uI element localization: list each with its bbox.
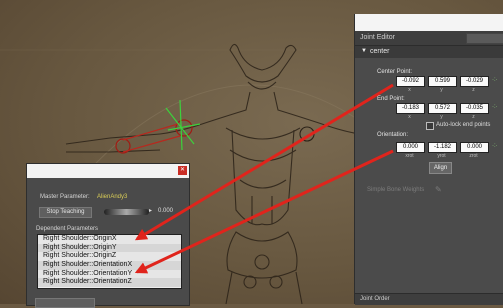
- parameter-dial[interactable]: [104, 209, 149, 215]
- auto-lock-checkbox[interactable]: [426, 122, 434, 130]
- center-point-label: Center Point:: [377, 69, 413, 75]
- joint-order-label: Joint Order: [360, 296, 390, 302]
- section-header-center[interactable]: ▼ center: [355, 46, 503, 58]
- joint-editor-menu-button[interactable]: [466, 33, 503, 44]
- orientation-xrot-field[interactable]: 0.000: [396, 142, 425, 153]
- joint-editor-topbar: [355, 14, 503, 31]
- end-x-field[interactable]: -0.183: [396, 103, 425, 114]
- master-parameter-label: Master Parameter:: [40, 194, 90, 200]
- orientation-zrot-field[interactable]: 0.000: [460, 142, 489, 153]
- paint-icon[interactable]: ✎: [435, 185, 442, 194]
- align-button[interactable]: Align: [429, 162, 452, 174]
- center-y-field[interactable]: 0.599: [428, 76, 457, 87]
- dialog-bottom-button[interactable]: [35, 298, 95, 308]
- dial-arrow-icon[interactable]: ▸: [149, 207, 152, 214]
- axis-label-z: z: [472, 87, 475, 93]
- end-z-field[interactable]: -0.035: [460, 103, 489, 114]
- end-y-field[interactable]: 0.572: [428, 103, 457, 114]
- orientation-label: Orientation:: [377, 132, 409, 138]
- section-label: center: [370, 48, 390, 55]
- close-icon[interactable]: ✕: [178, 166, 187, 175]
- center-z-field[interactable]: -0.029: [460, 76, 489, 87]
- axis-label-y: y: [440, 114, 443, 120]
- simple-bone-weights-label: Simple Bone Weights: [367, 187, 425, 193]
- axis-label-yrot: yrot: [437, 153, 446, 159]
- dialog-titlebar: ✕: [27, 164, 189, 178]
- axis-label-y: y: [440, 87, 443, 93]
- joint-order-section[interactable]: Joint Order: [355, 293, 503, 305]
- triangle-down-icon[interactable]: ▼: [361, 48, 367, 54]
- list-item[interactable]: Right Shoulder::OriginX: [38, 235, 181, 244]
- auto-lock-label: Auto-lock end points: [436, 122, 491, 128]
- list-item[interactable]: Right Shoulder::OriginZ: [38, 252, 181, 262]
- axis-label-z: z: [472, 114, 475, 120]
- joint-editor-panel: Joint Editor ▼ center Center Point: -0.0…: [354, 14, 503, 305]
- dependent-parameters-list[interactable]: Right Shoulder::OriginX Right Shoulder::…: [37, 234, 182, 289]
- list-item[interactable]: Right Shoulder::OrientationY: [38, 269, 181, 279]
- end-point-pick-icon[interactable]: ·:·: [492, 104, 498, 110]
- master-parameter-value: AlienAndy3: [97, 194, 128, 200]
- stop-teaching-button[interactable]: Stop Teaching: [39, 207, 92, 218]
- teaching-parameters-dialog: ✕ Master Parameter: AlienAndy3 Stop Teac…: [26, 163, 190, 308]
- dial-value[interactable]: 0.000: [158, 208, 173, 214]
- list-item[interactable]: Right Shoulder::OrientationZ: [38, 278, 181, 288]
- list-item[interactable]: Right Shoulder::OrientationX: [38, 261, 181, 270]
- center-x-field[interactable]: -0.092: [396, 76, 425, 87]
- list-item[interactable]: Right Shoulder::OriginY: [38, 243, 181, 253]
- axis-label-xrot: xrot: [405, 153, 414, 159]
- axis-label-x: x: [408, 87, 411, 93]
- axis-label-zrot: zrot: [469, 153, 478, 159]
- joint-editor-titlebar: Joint Editor: [355, 31, 503, 46]
- joint-editor-title: Joint Editor: [360, 34, 396, 41]
- dependent-parameters-label: Dependent Parameters: [36, 226, 99, 232]
- center-point-pick-icon[interactable]: ·:·: [492, 77, 498, 83]
- axis-label-x: x: [408, 114, 411, 120]
- orientation-yrot-field[interactable]: -1.182: [428, 142, 457, 153]
- end-point-label: End Point:: [377, 96, 405, 102]
- orientation-pick-icon[interactable]: ·:·: [492, 143, 498, 149]
